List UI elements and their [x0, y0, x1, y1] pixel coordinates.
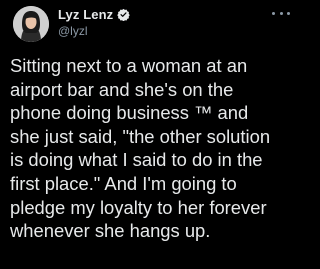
- author-avatar[interactable]: [13, 6, 49, 42]
- more-dot: [279, 11, 283, 15]
- tweet-text-line: first place." And I'm going to: [10, 172, 237, 194]
- tweet-text: Sitting next to a woman at an airport ba…: [10, 54, 296, 243]
- tweet-text-line: she just said, "the other solution: [10, 125, 271, 147]
- tweet-text-line: whenever she hangs up.: [10, 220, 211, 242]
- author-handle[interactable]: @lyzl: [58, 24, 88, 38]
- tweet-card: Lyz Lenz @lyzl Sitting next to a woman a…: [0, 0, 300, 269]
- more-dot: [287, 11, 290, 15]
- avatar-photo-icon: [13, 6, 49, 42]
- tweet-text-line: is doing what I said to do in the: [10, 149, 263, 171]
- author-name-row[interactable]: Lyz Lenz: [58, 6, 131, 22]
- tweet-text-line: airport bar and she's on the: [10, 78, 234, 100]
- more-dot: [272, 11, 275, 15]
- author-display-name[interactable]: Lyz Lenz: [58, 7, 113, 22]
- verified-badge-icon: [117, 8, 131, 21]
- more-options-icon[interactable]: [272, 8, 290, 18]
- tweet-text-line: Sitting next to a woman at an: [10, 55, 248, 76]
- tweet-text-line: pledge my loyalty to her forever: [10, 196, 267, 218]
- tweet-text-line: phone doing business ™ and: [10, 102, 249, 124]
